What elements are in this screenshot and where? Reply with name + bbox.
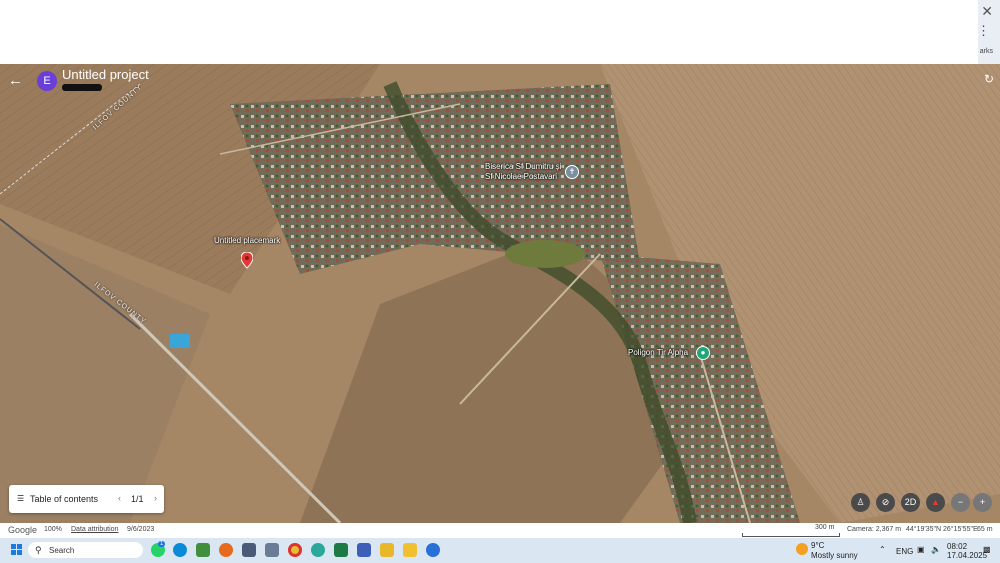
next-page-icon[interactable]: › [154,493,157,503]
notification-icon[interactable]: ▩ [983,545,991,554]
app-icon-10[interactable] [357,543,371,557]
zoom-out-button[interactable]: − [951,493,970,512]
poligon-label[interactable]: Poligon Tir Alpha [628,348,688,357]
toc-page-counter: 1/1 [131,494,144,504]
back-arrow-icon[interactable]: ← [8,72,23,89]
app-icon-13[interactable] [426,543,440,557]
more-menu-icon[interactable]: ⋮ [977,24,990,37]
app-icon-6[interactable] [265,543,279,557]
weather-temp[interactable]: 9°C [811,541,824,550]
table-of-contents-panel[interactable]: ☰ Table of contents ‹ 1/1 › [9,485,164,513]
view-mode-2d-button[interactable]: 2D [901,493,920,512]
redacted-subtitle [62,84,102,91]
file-explorer-icon[interactable] [380,543,394,557]
taskbar: ⚲ Search 1 9°C Mostly sunny ⌃ ENG ▣ 🔈 08… [0,538,1000,563]
placemark-label[interactable]: Untitled placemark [214,236,280,245]
browser-top-area [0,0,1000,64]
list-icon: ☰ [17,494,25,503]
weather-desc[interactable]: Mostly sunny [811,551,858,560]
taskbar-search[interactable]: ⚲ Search [28,542,143,558]
map-imagery [0,64,1000,523]
clock-time[interactable]: 08:02 [947,542,967,551]
scale-bar [742,533,840,537]
search-label: Search [49,546,75,555]
network-icon[interactable]: ▣ [917,545,925,554]
close-icon[interactable]: ✕ [981,3,993,20]
volume-icon[interactable]: 🔈 [931,545,941,554]
church-marker-icon[interactable]: ✝ [565,165,579,179]
compass-icon[interactable]: ▲ [926,493,945,512]
browser-side-strip: ✕ ⋮ arks [977,0,1000,64]
google-logo: Google [8,525,38,535]
firefox-icon[interactable] [219,543,233,557]
placemark-pin-icon[interactable] [241,252,253,269]
search-icon: ⚲ [35,545,42,555]
app-icon-5[interactable] [242,543,256,557]
prev-page-icon[interactable]: ‹ [118,493,121,503]
weather-sun-icon[interactable] [796,543,808,555]
coordinates: 44°19'35"N 26°15'55"E [906,526,978,533]
excel-like-icon[interactable] [196,543,210,557]
tilt-toggle-icon[interactable]: ⊘ [876,493,895,512]
clock-date[interactable]: 17.04.2025 [947,551,987,560]
bookmarks-label[interactable]: arks [980,48,993,55]
zoom-in-button[interactable]: + [973,493,992,512]
tray-chevron-icon[interactable]: ⌃ [879,545,886,554]
app-icon-8[interactable] [311,543,325,557]
camera-altitude: Camera: 2,367 m [847,526,902,533]
street-view-pegman-icon[interactable]: ♙ [851,493,870,512]
data-attribution-link[interactable]: Data attribution [71,526,118,533]
church-label[interactable]: Biserica Sf Dumitru și Sf Nicolae Postav… [485,162,561,182]
map-status-bar: Google 100% Data attribution 9/6/2023 30… [0,523,1000,538]
edge-icon[interactable] [173,543,187,557]
chrome-icon[interactable] [288,543,302,557]
toc-label[interactable]: Table of contents [30,494,98,504]
zoom-percent: 100% [44,526,62,533]
scale-label: 300 m [815,524,835,531]
satellite-map[interactable]: ILFOV COUNTY ILFOV COUNTY Untitled place… [0,64,1000,523]
app-icon-12[interactable] [403,543,417,557]
excel-icon[interactable] [334,543,348,557]
windows-start-icon[interactable] [11,544,23,556]
reset-view-icon[interactable]: ↻ [984,72,994,86]
language-indicator[interactable]: ENG [896,547,913,556]
avatar[interactable]: E [37,71,57,91]
project-title[interactable]: Untitled project [62,67,149,82]
elevation: 65 m [977,526,993,533]
imagery-date: 9/6/2023 [127,526,155,533]
shooting-range-marker-icon[interactable]: ● [696,346,710,360]
